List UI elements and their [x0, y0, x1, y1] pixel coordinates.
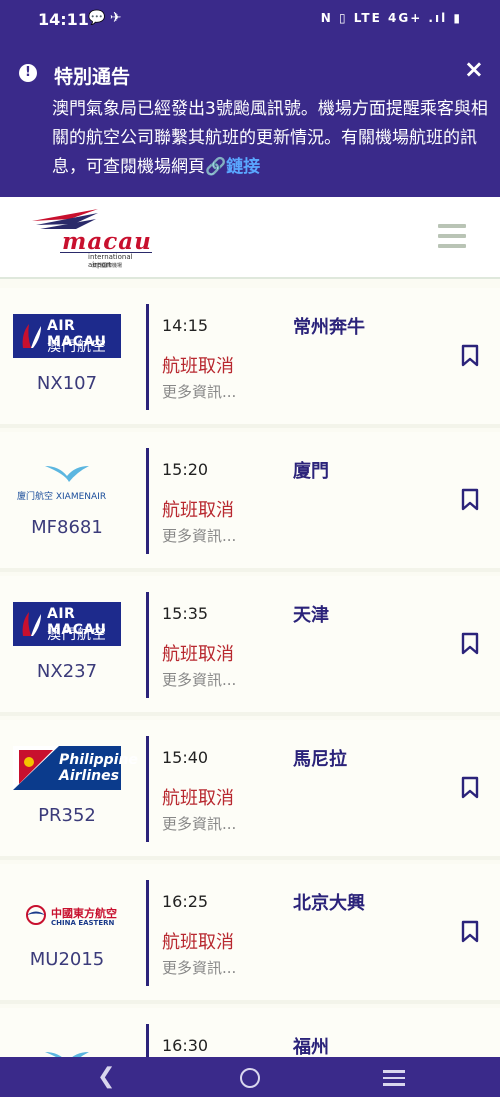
philippine-sun-icon: [13, 746, 59, 790]
xiamen-logo-text: 廈门航空 XIAMENAIR: [17, 492, 107, 502]
row-divider: [146, 304, 149, 410]
more-info-link[interactable]: 更多資訊...: [162, 381, 236, 402]
status-time: 14:11: [38, 10, 89, 29]
air-macau-cn: 澳門航空: [47, 339, 107, 355]
flight-number: MU2015: [29, 949, 105, 970]
xiamen-egret-icon: [45, 466, 89, 482]
row-divider: [146, 592, 149, 698]
logo-chinese-name: 澳門國際機場: [92, 263, 123, 269]
flight-time: 15:20: [162, 460, 209, 479]
macau-airport-logo[interactable]: macau international airport 澳門國際機場: [30, 207, 155, 269]
status-bar: 14:11 💬 ✈ N ▯ LTE 4G+ .ıl ▮: [0, 0, 500, 40]
philippine-airlines-logo: Philippine Airlines: [13, 746, 138, 790]
more-info-link[interactable]: 更多資訊...: [162, 957, 236, 978]
row-divider: [146, 448, 149, 554]
flight-number: PR352: [38, 805, 96, 826]
notice-title: 特別通告: [54, 66, 131, 88]
china-eastern-en: CHINA EASTERN: [51, 919, 115, 927]
special-notice-banner: ! 特別通告 × 澳門氣象局已經發出3號颱風訊號。機場方面提醒乘客與相關的航空公…: [0, 40, 500, 197]
flight-number: NX107: [36, 373, 98, 394]
logo-brand-text: macau: [62, 228, 152, 255]
close-notice-button[interactable]: ×: [464, 57, 484, 81]
flight-status: 航班取消: [162, 356, 234, 377]
notice-link[interactable]: 🔗鏈接: [205, 157, 260, 177]
pal-logo-line1: Philippine: [59, 752, 138, 768]
recents-icon[interactable]: [383, 1070, 405, 1090]
row-divider: [146, 736, 149, 842]
flight-number: NX237: [36, 661, 98, 682]
flight-status: 航班取消: [162, 788, 234, 809]
flight-destination: 福州: [293, 1037, 329, 1058]
more-info-link[interactable]: 更多資訊...: [162, 525, 236, 546]
notice-text: 澳門氣象局已經發出3號颱風訊號。機場方面提醒乘客與相關的航空公司聯繫其航班的更新…: [52, 99, 488, 177]
notice-body: 澳門氣象局已經發出3號颱風訊號。機場方面提醒乘客與相關的航空公司聯繫其航班的更新…: [52, 95, 492, 182]
flight-row[interactable]: 中國東方航空 CHINA EASTERN MU2015 16:25 北京大興 航…: [0, 864, 500, 1004]
system-icons: N ▯ LTE 4G+ .ıl ▮: [320, 11, 462, 25]
air-macau-lotus-icon: [22, 612, 41, 636]
china-eastern-logo: 中國東方航空 CHINA EASTERN: [13, 890, 121, 934]
site-header: macau international airport 澳門國際機場: [0, 197, 500, 279]
hamburger-menu-icon[interactable]: [438, 224, 466, 248]
row-divider: [146, 880, 149, 986]
more-info-link[interactable]: 更多資訊...: [162, 669, 236, 690]
bookmark-icon[interactable]: [460, 632, 480, 656]
flight-destination: 常州奔牛: [293, 317, 365, 338]
flight-destination: 廈門: [293, 461, 329, 482]
bookmark-icon[interactable]: [460, 344, 480, 368]
flight-time: 15:35: [162, 604, 209, 623]
pal-logo-line2: Airlines: [59, 768, 119, 784]
bookmark-icon[interactable]: [460, 776, 480, 800]
bookmark-icon[interactable]: [460, 920, 480, 944]
back-icon[interactable]: ❮: [97, 1066, 115, 1088]
flight-status: 航班取消: [162, 932, 234, 953]
flight-destination: 北京大興: [293, 893, 365, 914]
china-eastern-swallow-icon: [26, 905, 46, 925]
flight-time: 15:40: [162, 748, 209, 767]
flight-time: 16:30: [162, 1036, 209, 1055]
flight-status: 航班取消: [162, 500, 234, 521]
pal-logo-text: Philippine Airlines: [59, 752, 138, 784]
alert-icon: !: [19, 64, 37, 82]
flight-status: 航班取消: [162, 644, 234, 665]
air-macau-lotus-icon: [22, 324, 41, 348]
flight-time: 16:25: [162, 892, 209, 911]
more-info-link[interactable]: 更多資訊...: [162, 813, 236, 834]
air-macau-logo: AIR MACAU 澳門航空: [13, 602, 121, 646]
air-macau-cn: 澳門航空: [47, 627, 107, 643]
air-macau-logo: AIR MACAU 澳門航空: [13, 314, 121, 358]
flight-row[interactable]: 廈门航空 XIAMENAIR MF8681 15:20 廈門 航班取消 更多資訊…: [0, 432, 500, 572]
xiamen-air-logo: 廈门航空 XIAMENAIR: [13, 458, 121, 502]
notification-icons: 💬 ✈: [88, 10, 122, 26]
flight-number: MF8681: [31, 517, 103, 538]
flight-row[interactable]: AIR MACAU 澳門航空 NX237 15:35 天津 航班取消 更多資訊.…: [0, 576, 500, 716]
system-nav-bar: ❮: [0, 1057, 500, 1097]
flight-row[interactable]: AIR MACAU 澳門航空 NX107 14:15 常州奔牛 航班取消 更多資…: [0, 288, 500, 428]
flight-destination: 馬尼拉: [293, 749, 347, 770]
flight-row[interactable]: Philippine Airlines PR352 15:40 馬尼拉 航班取消 …: [0, 720, 500, 860]
home-icon[interactable]: [240, 1068, 260, 1088]
bookmark-icon[interactable]: [460, 488, 480, 512]
flight-destination: 天津: [293, 605, 329, 626]
flight-time: 14:15: [162, 316, 209, 335]
